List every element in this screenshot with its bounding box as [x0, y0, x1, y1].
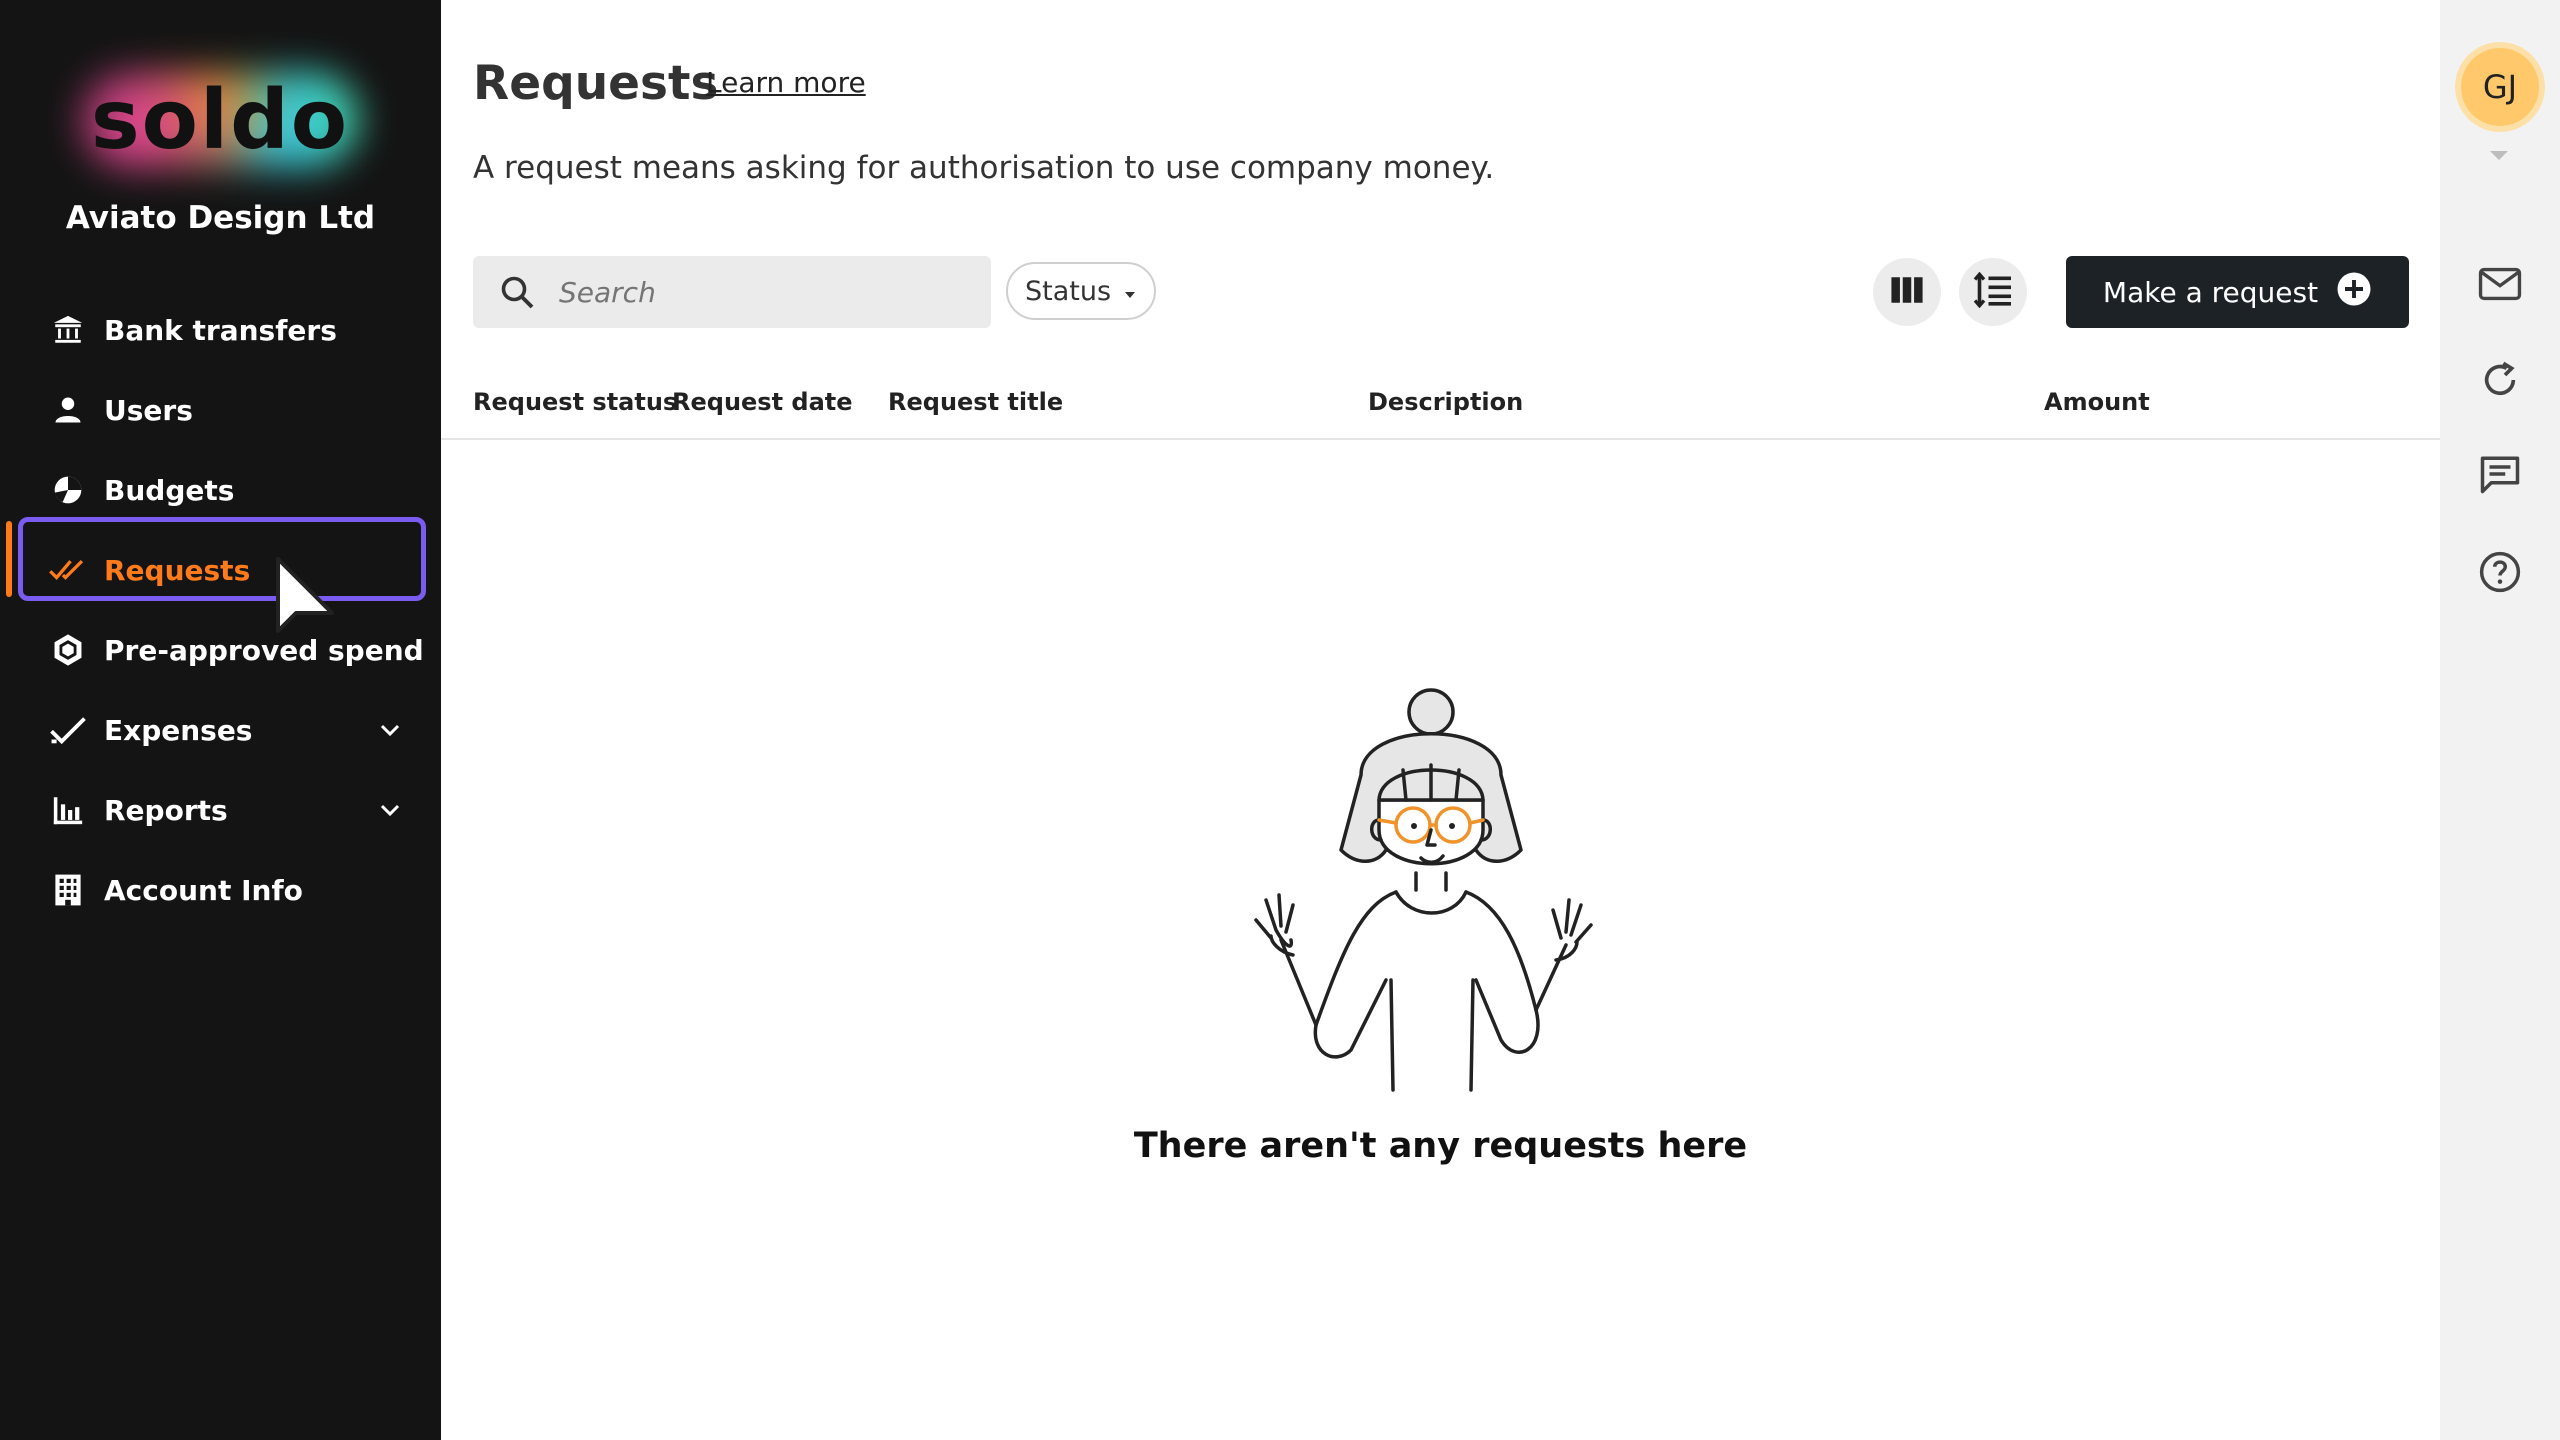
columns-icon: [1890, 275, 1924, 309]
column-header-request-date[interactable]: Request date: [672, 388, 853, 416]
mail-icon[interactable]: [2476, 260, 2524, 308]
sidebar-item-requests[interactable]: Requests: [0, 530, 441, 610]
bank-icon: [48, 310, 88, 350]
chevron-down-icon[interactable]: [370, 710, 410, 750]
logo-text: soldo: [90, 72, 350, 168]
chat-icon[interactable]: [2476, 450, 2524, 498]
sidebar-item-label: Users: [104, 393, 193, 427]
search-box[interactable]: [473, 256, 991, 328]
double-check-icon: [48, 550, 88, 590]
sidebar-item-label: Budgets: [104, 473, 235, 507]
soldo-logo[interactable]: soldo: [70, 60, 370, 180]
sidebar-item-label: Expenses: [104, 713, 253, 747]
learn-more-link[interactable]: Learn more: [706, 66, 866, 99]
plus-circle-icon: [2336, 271, 2372, 314]
sidebar-nav: Bank transfers Users Budgets Requests Pr…: [0, 290, 441, 930]
building-icon: [48, 870, 88, 910]
search-input[interactable]: [557, 274, 961, 310]
sidebar-item-bank-transfers[interactable]: Bank transfers: [0, 290, 441, 370]
empty-state-illustration: [1231, 680, 1651, 1104]
make-request-label: Make a request: [2102, 275, 2319, 309]
status-filter-dropdown[interactable]: Status: [1006, 262, 1156, 320]
column-header-description[interactable]: Description: [1368, 388, 1523, 416]
check-icon: [48, 710, 88, 750]
table-header: Request status Request date Request titl…: [441, 370, 2440, 440]
hexagon-icon: [48, 630, 88, 670]
mouse-cursor-icon: [272, 555, 342, 649]
sidebar-item-budgets[interactable]: Budgets: [0, 450, 441, 530]
sidebar-item-label: Requests: [104, 553, 251, 587]
status-filter-label: Status: [1024, 275, 1112, 307]
chevron-down-icon[interactable]: [370, 790, 410, 830]
company-name: Aviato Design Ltd: [65, 200, 376, 236]
sidebar-item-expenses[interactable]: Expenses: [0, 690, 441, 770]
line-spacing-icon: [1973, 271, 2013, 312]
sidebar-item-reports[interactable]: Reports: [0, 770, 441, 850]
help-icon[interactable]: [2476, 548, 2524, 596]
search-icon: [499, 272, 539, 312]
row-height-button[interactable]: [1959, 258, 2027, 326]
page-subtitle: A request means asking for authorisation…: [473, 150, 1495, 186]
sidebar-item-label: Pre-approved spend: [104, 633, 424, 667]
main-content: Requests Learn more A request means aski…: [441, 0, 2440, 1440]
columns-view-button[interactable]: [1873, 258, 1941, 326]
column-header-request-title[interactable]: Request title: [888, 388, 1063, 416]
page-title: Requests: [473, 56, 719, 111]
empty-state-message: There aren't any requests here: [1133, 1126, 1748, 1166]
bar-chart-icon: [48, 790, 88, 830]
sidebar-item-users[interactable]: Users: [0, 370, 441, 450]
user-avatar[interactable]: GJ: [2461, 48, 2539, 126]
sidebar-item-pre-approved-spend[interactable]: Pre-approved spend: [0, 610, 441, 690]
right-rail: GJ: [2440, 0, 2560, 1440]
sidebar: soldo Aviato Design Ltd Bank transfers U…: [0, 0, 441, 1440]
caret-down-icon: [1123, 276, 1137, 307]
pie-chart-icon: [48, 470, 88, 510]
make-request-button[interactable]: Make a request: [2066, 256, 2409, 328]
sidebar-item-account-info[interactable]: Account Info: [0, 850, 441, 930]
refresh-icon[interactable]: [2476, 356, 2524, 404]
sidebar-item-label: Account Info: [104, 873, 303, 907]
column-header-request-status[interactable]: Request status: [473, 388, 677, 416]
sidebar-item-label: Reports: [104, 793, 228, 827]
column-header-amount[interactable]: Amount: [2044, 388, 2150, 416]
avatar-caret-icon[interactable]: [2488, 146, 2510, 165]
sidebar-item-label: Bank transfers: [104, 313, 337, 347]
user-icon: [48, 390, 88, 430]
